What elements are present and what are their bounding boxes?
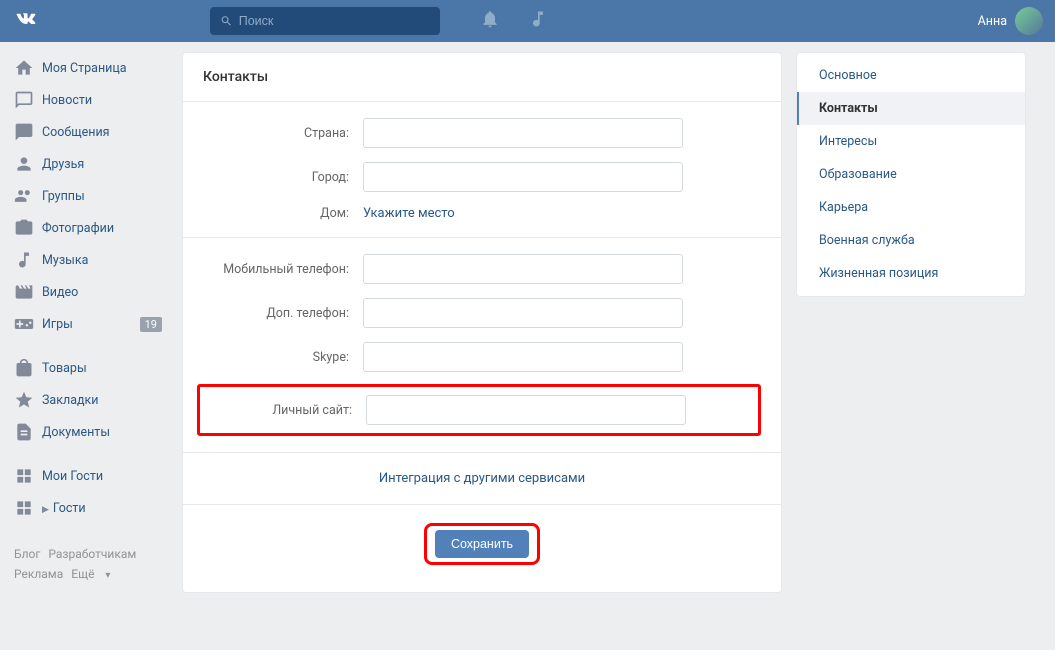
nav-bookmarks[interactable]: Закладки <box>8 384 168 416</box>
home-link[interactable]: Укажите место <box>363 206 455 221</box>
username: Анна <box>978 14 1007 29</box>
photos-icon <box>14 218 34 238</box>
nav-docs[interactable]: Документы <box>8 416 168 448</box>
nav-label: Товары <box>42 361 87 376</box>
video-icon <box>14 282 34 302</box>
notifications-icon[interactable] <box>480 9 500 33</box>
nav-label: Гости <box>42 501 86 516</box>
mobile-input[interactable] <box>363 254 683 284</box>
games-icon <box>14 314 34 334</box>
integration-link[interactable]: Интеграция с другими сервисами <box>379 471 585 486</box>
location-section: Страна: Город: Дом: Укажите место <box>183 102 781 238</box>
tab-interests[interactable]: Интересы <box>797 125 1025 158</box>
save-highlight: Сохранить <box>424 523 540 565</box>
nav-label: Новости <box>42 93 92 108</box>
nav-label: Фотографии <box>42 221 114 236</box>
nav-guests[interactable]: Гости <box>8 492 168 524</box>
left-nav: Моя Страница Новости Сообщения Друзья Гр… <box>0 52 168 593</box>
tab-career[interactable]: Карьера <box>797 191 1025 224</box>
nav-video[interactable]: Видео <box>8 276 168 308</box>
page-content: Моя Страница Новости Сообщения Друзья Гр… <box>0 42 1055 593</box>
tab-education[interactable]: Образование <box>797 158 1025 191</box>
country-select[interactable] <box>363 118 683 148</box>
nav-groups[interactable]: Группы <box>8 180 168 212</box>
main-panel: Контакты Страна: Город: Дом: Укажите мес… <box>182 52 782 593</box>
user-menu[interactable]: Анна <box>978 7 1043 35</box>
top-bar: Анна <box>0 0 1055 42</box>
search-icon <box>220 14 233 28</box>
nav-music[interactable]: Музыка <box>8 244 168 276</box>
app-icon <box>14 498 34 518</box>
app-icon <box>14 466 34 486</box>
nav-label: Сообщения <box>42 125 110 140</box>
nav-games[interactable]: Игры 19 <box>8 308 168 340</box>
nav-my-guests[interactable]: Мои Гости <box>8 460 168 492</box>
save-section: Сохранить <box>183 504 781 589</box>
skype-label: Skype: <box>203 350 363 365</box>
nav-market[interactable]: Товары <box>8 352 168 384</box>
settings-tabs: Основное Контакты Интересы Образование К… <box>796 52 1026 297</box>
nav-friends[interactable]: Друзья <box>8 148 168 180</box>
website-label: Личный сайт: <box>206 403 366 418</box>
footer-more[interactable]: Ещё ▾ <box>71 567 118 581</box>
nav-label: Игры <box>42 317 73 332</box>
search-box[interactable] <box>210 7 440 35</box>
home-icon <box>14 58 34 78</box>
nav-label: Документы <box>42 425 110 440</box>
footer-links: Блог Разработчикам Реклама Ещё ▾ <box>8 536 168 593</box>
tab-position[interactable]: Жизненная позиция <box>797 257 1025 290</box>
avatar <box>1015 7 1043 35</box>
games-badge: 19 <box>140 317 162 332</box>
nav-messages[interactable]: Сообщения <box>8 116 168 148</box>
nav-my-page[interactable]: Моя Страница <box>8 52 168 84</box>
music-icon[interactable] <box>528 9 548 33</box>
groups-icon <box>14 186 34 206</box>
footer-blog[interactable]: Блог <box>14 547 40 561</box>
footer-devs[interactable]: Разработчикам <box>48 547 136 561</box>
tab-basic[interactable]: Основное <box>797 59 1025 92</box>
nav-label: Музыка <box>42 253 88 268</box>
nav-label: Моя Страница <box>42 61 127 76</box>
nav-label: Группы <box>42 189 85 204</box>
topbar-icons <box>480 9 548 33</box>
market-icon <box>14 358 34 378</box>
news-icon <box>14 90 34 110</box>
right-nav: Основное Контакты Интересы Образование К… <box>796 52 1026 593</box>
music-nav-icon <box>14 250 34 270</box>
city-label: Город: <box>203 170 363 185</box>
website-row-highlighted: Личный сайт: <box>197 384 761 436</box>
nav-news[interactable]: Новости <box>8 84 168 116</box>
mobile-label: Мобильный телефон: <box>203 262 363 277</box>
nav-label: Видео <box>42 285 78 300</box>
footer-ads[interactable]: Реклама <box>14 567 63 581</box>
nav-label: Закладки <box>42 393 99 408</box>
friends-icon <box>14 154 34 174</box>
website-input[interactable] <box>366 395 686 425</box>
contacts-section: Мобильный телефон: Доп. телефон: Skype: … <box>183 238 781 453</box>
nav-label: Мои Гости <box>42 469 103 484</box>
docs-icon <box>14 422 34 442</box>
city-select[interactable] <box>363 162 683 192</box>
skype-input[interactable] <box>363 342 683 372</box>
nav-label: Друзья <box>42 157 84 172</box>
altphone-input[interactable] <box>363 298 683 328</box>
vk-logo[interactable] <box>12 5 40 37</box>
search-input[interactable] <box>239 14 430 28</box>
bookmarks-icon <box>14 390 34 410</box>
country-label: Страна: <box>203 126 363 141</box>
altphone-label: Доп. телефон: <box>203 306 363 321</box>
home-label: Дом: <box>203 206 363 221</box>
nav-photos[interactable]: Фотографии <box>8 212 168 244</box>
page-title: Контакты <box>183 53 781 102</box>
tab-military[interactable]: Военная служба <box>797 224 1025 257</box>
integration-section: Интеграция с другими сервисами <box>183 453 781 504</box>
save-button[interactable]: Сохранить <box>435 530 529 558</box>
messages-icon <box>14 122 34 142</box>
tab-contacts[interactable]: Контакты <box>797 92 1025 125</box>
